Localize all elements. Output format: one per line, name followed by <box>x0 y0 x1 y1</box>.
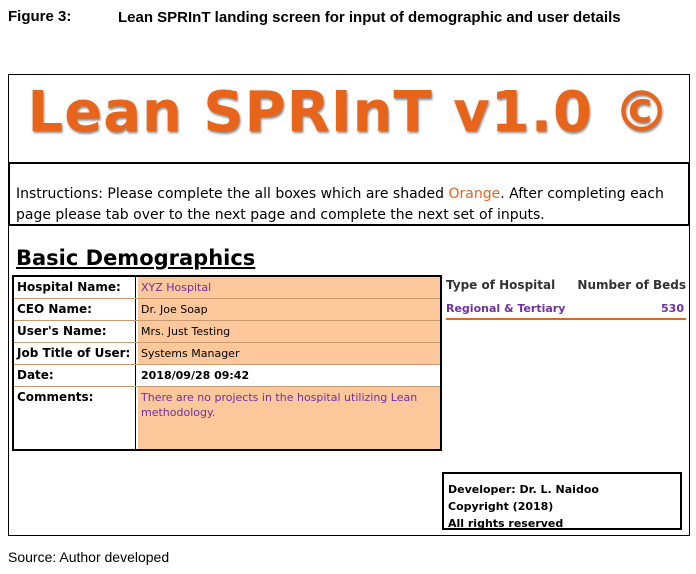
date-field: 2018/09/28 09:42 <box>138 365 440 386</box>
hospital-table-row: Regional & Tertiary 530 <box>446 300 686 320</box>
developer-box: Developer: Dr. L. Naidoo Copyright (2018… <box>442 472 682 530</box>
form-row-comments: Comments: There are no projects in the h… <box>14 387 440 449</box>
hospital-type-header: Type of Hospital <box>446 278 556 292</box>
job-title-label: Job Title of User: <box>14 343 136 364</box>
figure-label: Figure 3: <box>8 8 72 25</box>
form-row-hospital: Hospital Name: XYZ Hospital <box>14 277 440 299</box>
hospital-type-value[interactable]: Regional & Tertiary <box>446 302 565 315</box>
hospital-name-input[interactable]: XYZ Hospital <box>138 277 440 298</box>
hospital-table-header: Type of Hospital Number of Beds <box>446 278 686 296</box>
form-row-job: Job Title of User: Systems Manager <box>14 343 440 365</box>
hospital-name-label: Hospital Name: <box>14 277 136 298</box>
user-name-input[interactable]: Mrs. Just Testing <box>138 321 440 342</box>
app-title: Lean SPRInT v1.0 © <box>27 80 671 145</box>
form-row-user: User's Name: Mrs. Just Testing <box>14 321 440 343</box>
figure-caption: Lean SPRInT landing screen for input of … <box>118 9 621 26</box>
developer-line: Developer: Dr. L. Naidoo <box>448 483 599 496</box>
section-title: Basic Demographics <box>16 246 256 270</box>
ceo-name-label: CEO Name: <box>14 299 136 320</box>
job-title-input[interactable]: Systems Manager <box>138 343 440 364</box>
comments-label: Comments: <box>14 387 136 449</box>
demographics-form: Hospital Name: XYZ Hospital CEO Name: Dr… <box>12 275 442 451</box>
source-note: Source: Author developed <box>8 549 170 565</box>
form-row-date: Date: 2018/09/28 09:42 <box>14 365 440 387</box>
instructions-box: Instructions: Please complete the all bo… <box>8 162 690 226</box>
rights-line: All rights reserved <box>448 517 564 530</box>
comments-input[interactable]: There are no projects in the hospital ut… <box>138 387 440 449</box>
form-row-ceo: CEO Name: Dr. Joe Soap <box>14 299 440 321</box>
instructions-text: Instructions: Please complete the all bo… <box>16 186 449 202</box>
instructions-highlight: Orange <box>448 186 501 202</box>
date-label: Date: <box>14 365 136 386</box>
ceo-name-input[interactable]: Dr. Joe Soap <box>138 299 440 320</box>
beds-value[interactable]: 530 <box>661 302 684 315</box>
user-name-label: User's Name: <box>14 321 136 342</box>
beds-header: Number of Beds <box>577 278 686 292</box>
copyright-line: Copyright (2018) <box>448 500 554 513</box>
